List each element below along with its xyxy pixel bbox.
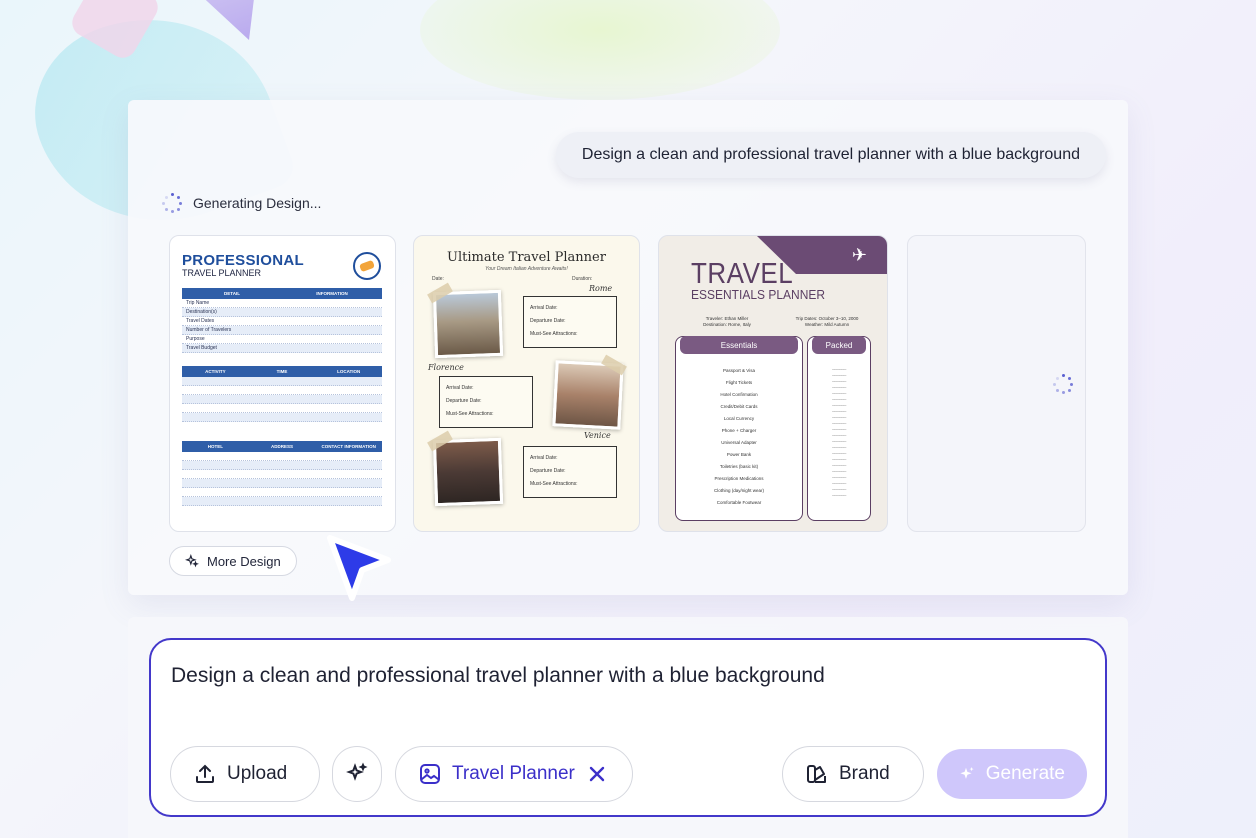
florence-note: Arrival Date: Departure Date: Must-See A… — [439, 376, 533, 428]
essential-item: Prescription Medications — [714, 476, 764, 481]
magic-enhance-button[interactable] — [332, 746, 382, 802]
brand-button[interactable]: Brand — [782, 746, 924, 802]
composer-panel: Design a clean and professional travel p… — [128, 617, 1128, 838]
generate-button[interactable]: Generate — [937, 749, 1087, 799]
packed-column: Packed ______ ______ ______ ______ ______ ___… — [807, 336, 871, 521]
essential-item: Clothing (day/night wear) — [713, 488, 765, 493]
card-title: Ultimate Travel Planner — [447, 250, 606, 265]
design-card-loading — [907, 235, 1086, 532]
card-title: PROFESSIONAL — [182, 252, 304, 269]
essential-item: Universal Adapter — [721, 440, 757, 445]
venice-note: Arrival Date: Departure Date: Must-See A… — [523, 446, 617, 498]
essential-item: Passport & Visa — [723, 368, 755, 373]
upload-button[interactable]: Upload — [170, 746, 320, 802]
spinner-icon — [162, 193, 182, 213]
sparkle-icon — [346, 762, 368, 781]
brand-kit-icon — [807, 765, 826, 783]
card-subtitle: TRAVEL PLANNER — [182, 268, 262, 278]
sparkle-icon — [960, 767, 974, 779]
essential-item: Toiletries (basic kit) — [719, 464, 759, 469]
essential-item: Phone + Charger — [721, 428, 757, 433]
activity-table: ACTIVITY TIME LOCATION — [182, 366, 382, 422]
template-image-icon — [420, 764, 440, 784]
essential-item: Power Bank — [726, 452, 752, 457]
essential-item: Comfortable Footwear — [716, 500, 762, 505]
sparkle-icon — [185, 554, 199, 568]
status-text: Generating Design... — [193, 195, 322, 211]
prompt-input-text[interactable]: Design a clean and professional travel p… — [171, 664, 825, 688]
hotel-table: HOTEL ADDRESS CONTACT INFORMATION — [182, 441, 382, 506]
design-card-professional[interactable]: PROFESSIONAL TRAVEL PLANNER DETAIL INFOR… — [169, 235, 396, 532]
user-prompt-bubble: Design a clean and professional travel p… — [555, 132, 1106, 178]
design-card-essentials[interactable]: ✈ TRAVEL ESSENTIALS PLANNER Traveler: Et… — [658, 235, 888, 532]
airplane-icon: ✈ — [851, 245, 867, 265]
close-icon[interactable] — [585, 762, 609, 786]
card-title: TRAVEL — [691, 256, 794, 290]
travel-planner-tag[interactable]: Travel Planner — [395, 746, 633, 802]
upload-icon — [196, 764, 214, 783]
essential-item: Hotel Confirmation — [720, 392, 758, 397]
prompt-input[interactable]: Design a clean and professional travel p… — [149, 638, 1107, 817]
design-card-ultimate[interactable]: Ultimate Travel Planner Your Dream Itali… — [413, 235, 640, 532]
essential-item: Local Currency — [723, 416, 755, 421]
rome-photo — [432, 289, 504, 359]
card-subtitle: Your Dream Italian Adventure Awaits! — [485, 266, 568, 272]
essential-item: Flight Tickets — [725, 380, 753, 385]
loading-spinner-icon — [1053, 374, 1073, 394]
plane-logo-icon — [353, 252, 381, 280]
essential-item: Credit/Debit Cards — [720, 404, 758, 409]
pointer-cursor-icon — [327, 535, 391, 601]
more-design-button[interactable]: More Design — [169, 546, 297, 576]
essentials-column: Essentials Passport & Visa Flight Tickets… — [675, 336, 803, 521]
rome-note: Arrival Date: Departure Date: Must-See A… — [523, 296, 617, 348]
decor-glow — [420, 0, 780, 100]
card-subtitle: ESSENTIALS PLANNER — [691, 287, 826, 303]
generating-status: Generating Design... — [162, 193, 321, 213]
venice-photo — [432, 437, 504, 507]
results-panel: Design a clean and professional travel p… — [128, 100, 1128, 595]
details-table: DETAIL INFORMATION Trip Name Destination… — [182, 288, 382, 353]
